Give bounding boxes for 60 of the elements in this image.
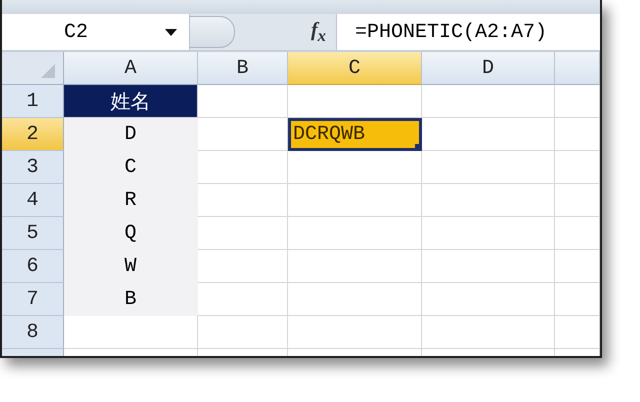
table-cell[interactable] [422, 316, 555, 349]
column-header[interactable]: B [198, 52, 288, 85]
table-cell[interactable]: D [64, 118, 198, 151]
table-cell[interactable] [422, 283, 555, 316]
table-cell[interactable]: W [64, 250, 198, 283]
row-header[interactable]: 6 [2, 250, 64, 283]
table-cell[interactable] [422, 217, 555, 250]
fill-handle[interactable] [415, 144, 422, 151]
table-cell[interactable] [555, 283, 600, 316]
table-cell[interactable] [422, 250, 555, 283]
table-cell[interactable] [555, 316, 600, 349]
select-all-icon[interactable] [41, 64, 55, 78]
table-cell[interactable] [288, 316, 422, 349]
table-cell[interactable] [422, 184, 555, 217]
row-header[interactable]: 8 [2, 316, 64, 349]
table-cell[interactable] [198, 316, 288, 349]
table-cell[interactable] [198, 85, 288, 118]
table-cell[interactable] [555, 85, 600, 118]
table-cell[interactable]: C [64, 151, 198, 184]
insert-function-button[interactable]: f$_{x}$ [311, 18, 326, 46]
table-cell[interactable] [288, 85, 422, 118]
table-cell[interactable] [198, 217, 288, 250]
dropdown-icon[interactable] [165, 28, 177, 36]
table-cell[interactable]: B [64, 283, 198, 316]
table-cell[interactable] [555, 118, 600, 151]
table-cell[interactable] [198, 250, 288, 283]
resize-handle[interactable] [190, 16, 235, 48]
table-cell[interactable] [555, 151, 600, 184]
table-cell[interactable]: R [64, 184, 198, 217]
column-header[interactable] [555, 52, 600, 85]
table-cell[interactable]: DCRQWB [288, 118, 422, 151]
table-cell[interactable] [198, 151, 288, 184]
table-cell[interactable]: 姓名 [64, 85, 198, 118]
table-cell[interactable] [422, 85, 555, 118]
table-cell[interactable] [555, 250, 600, 283]
table-cell[interactable]: Q [64, 217, 198, 250]
table-cell[interactable] [422, 151, 555, 184]
table-cell[interactable] [64, 316, 198, 349]
row-header[interactable]: 5 [2, 217, 64, 250]
row-header[interactable]: 4 [2, 184, 64, 217]
column-header[interactable]: C [288, 52, 422, 85]
table-cell[interactable] [422, 118, 555, 151]
table-cell[interactable] [288, 283, 422, 316]
column-header[interactable]: A [64, 52, 198, 85]
table-cell[interactable] [288, 217, 422, 250]
table-cell[interactable] [555, 184, 600, 217]
name-box[interactable]: C2 [2, 14, 190, 50]
table-cell[interactable] [288, 184, 422, 217]
formula-field[interactable]: =PHONETIC(A2:A7) [336, 14, 600, 50]
table-cell[interactable] [288, 250, 422, 283]
table-cell[interactable] [288, 151, 422, 184]
row-header[interactable]: 1 [2, 85, 64, 118]
table-cell[interactable] [555, 217, 600, 250]
table-cell[interactable] [198, 184, 288, 217]
column-header[interactable]: D [422, 52, 555, 85]
row-header[interactable]: 3 [2, 151, 64, 184]
table-cell[interactable] [198, 118, 288, 151]
table-cell[interactable] [198, 283, 288, 316]
row-header[interactable]: 2 [2, 118, 64, 151]
row-header[interactable]: 7 [2, 283, 64, 316]
